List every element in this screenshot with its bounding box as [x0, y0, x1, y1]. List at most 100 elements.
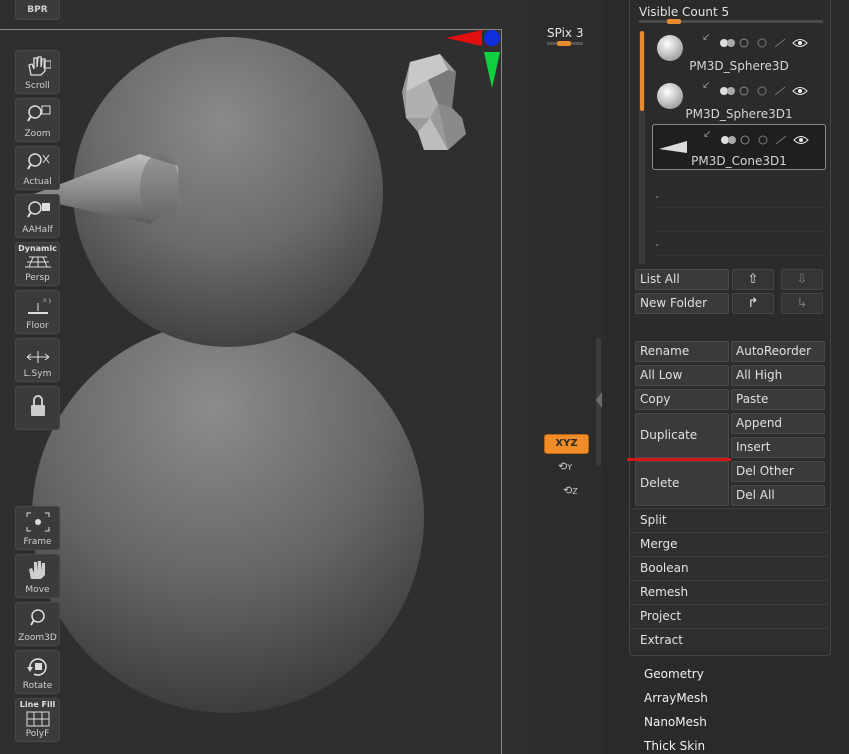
move-into-folder-button[interactable]: ↱ — [732, 293, 774, 314]
nanomesh-menu[interactable]: NanoMesh — [644, 715, 707, 729]
subtool-item[interactable]: ↙ PM3D_Sphere3D1 — [652, 76, 826, 122]
bpr-label: BPR — [27, 5, 48, 15]
thick-skin-menu[interactable]: Thick Skin — [644, 739, 705, 753]
sphere-body[interactable] — [32, 321, 424, 713]
brush-toggle-icon[interactable] — [775, 130, 787, 145]
move-down-button[interactable]: ⇩ — [781, 269, 823, 290]
empty-subtool-slot — [652, 232, 826, 256]
all-high-button[interactable]: All High — [731, 365, 825, 386]
polypaint-toggle-icon[interactable] — [721, 130, 736, 144]
aahalf-label: AAHalf — [22, 225, 53, 235]
dynamic-toggle-icon[interactable] — [739, 130, 751, 145]
move-out-folder-button[interactable]: ↳ — [781, 293, 823, 314]
copy-button[interactable]: Copy — [635, 389, 729, 410]
subtool-controls: ↙ — [702, 79, 808, 96]
append-button[interactable]: Append — [731, 413, 825, 434]
line-fill-label: Line Fill — [19, 700, 56, 709]
collapse-arrow-icon[interactable] — [596, 392, 602, 408]
rotate-y-label: Y — [567, 463, 573, 472]
arrow-up-icon: ⇧ — [747, 272, 759, 287]
polyf-label: PolyF — [25, 729, 50, 739]
brush-toggle-icon[interactable] — [774, 81, 786, 96]
extract-section[interactable]: Extract — [631, 628, 829, 652]
list-all-button[interactable]: List All — [635, 269, 729, 290]
spix-label[interactable]: SPix 3 — [547, 26, 583, 40]
merge-section[interactable]: Merge — [631, 532, 829, 556]
dynamic-toggle-icon[interactable] — [738, 81, 750, 96]
auto-reorder-button[interactable]: AutoReorder — [731, 341, 825, 362]
scroll-button[interactable]: Scroll — [15, 50, 60, 94]
navigation-head-icon[interactable] — [402, 54, 466, 150]
fold-arrow-icon[interactable]: ↙ — [703, 130, 715, 140]
all-low-button[interactable]: All Low — [635, 365, 729, 386]
solo-toggle-icon[interactable] — [756, 33, 768, 48]
subtool-name: PM3D_Cone3D1 — [691, 154, 787, 168]
split-section[interactable]: Split — [631, 508, 829, 532]
subtool-name: PM3D_Sphere3D1 — [685, 107, 793, 121]
polypaint-toggle-icon[interactable] — [720, 33, 735, 47]
eye-visibility-icon[interactable] — [792, 81, 808, 95]
empty-subtool-slot — [652, 184, 826, 208]
duplicate-button[interactable]: Duplicate — [635, 413, 729, 458]
eye-visibility-icon[interactable] — [792, 33, 808, 47]
subtool-list-scroll-thumb[interactable] — [640, 31, 644, 111]
boolean-section[interactable]: Boolean — [631, 556, 829, 580]
actual-button[interactable]: Actual — [15, 146, 60, 190]
visible-count-track[interactable] — [639, 19, 823, 24]
dynamic-toggle-icon[interactable] — [738, 33, 750, 48]
zoom3d-button[interactable]: Zoom3D — [15, 602, 60, 646]
viewport[interactable] — [0, 0, 528, 754]
rotate-button[interactable]: Rotate — [15, 650, 60, 694]
lsym-button[interactable]: L.Sym — [15, 338, 60, 382]
del-all-button[interactable]: Del All — [731, 485, 825, 506]
insert-button[interactable]: Insert — [731, 437, 825, 458]
subtool-list-scrollbar[interactable] — [639, 31, 645, 264]
frame-button[interactable]: Frame — [15, 506, 60, 550]
floor-button[interactable]: x y z Floor — [15, 290, 60, 334]
brush-toggle-icon[interactable] — [774, 33, 786, 48]
local-symmetry-icon — [26, 351, 50, 363]
spix-slider[interactable] — [547, 41, 583, 46]
fold-arrow-icon[interactable]: ↙ — [702, 33, 714, 43]
move-button[interactable]: Move — [15, 554, 60, 598]
visible-count-handle[interactable] — [667, 19, 681, 24]
subtool-item[interactable]: ↙ PM3D_Cone3D1 — [652, 124, 826, 170]
polypaint-toggle-icon[interactable] — [720, 81, 735, 95]
visible-count-slider[interactable]: Visible Count 5 — [639, 5, 729, 19]
paste-button[interactable]: Paste — [731, 389, 825, 410]
persp-label: Persp — [25, 273, 50, 283]
subtool-name: PM3D_Sphere3D — [689, 59, 789, 73]
aahalf-button[interactable]: AAHalf — [15, 194, 60, 238]
actual-label: Actual — [23, 177, 52, 187]
persp-button[interactable]: Dynamic Persp — [15, 242, 60, 286]
delete-button[interactable]: Delete — [635, 461, 729, 506]
xyz-symmetry-button[interactable]: XYZ — [544, 434, 589, 454]
arraymesh-menu[interactable]: ArrayMesh — [644, 691, 708, 705]
geometry-menu[interactable]: Geometry — [644, 667, 704, 681]
project-section[interactable]: Project — [631, 604, 829, 628]
polyf-button[interactable]: Line Fill PolyF — [15, 698, 60, 742]
solo-toggle-icon[interactable] — [756, 81, 768, 96]
zoom-button[interactable]: Zoom — [15, 98, 60, 142]
eye-visibility-icon[interactable] — [793, 130, 809, 144]
move-up-button[interactable]: ⇧ — [732, 269, 774, 290]
spix-slider-handle[interactable] — [557, 41, 571, 46]
transp-lock-button[interactable] — [15, 386, 60, 430]
visible-count-label: Visible Count — [639, 5, 718, 19]
del-other-button[interactable]: Del Other — [731, 461, 825, 482]
fold-arrow-icon[interactable]: ↙ — [702, 81, 714, 91]
subtool-controls: ↙ — [703, 128, 809, 145]
rotate-z-icon[interactable]: ⟲Z — [563, 484, 578, 497]
document-canvas[interactable] — [0, 0, 528, 754]
solo-toggle-icon[interactable] — [757, 130, 769, 145]
zoom-label: Zoom — [24, 129, 51, 139]
arrow-down-icon: ⇩ — [796, 272, 808, 287]
new-folder-button[interactable]: New Folder — [635, 293, 729, 314]
remesh-section[interactable]: Remesh — [631, 580, 829, 604]
move-label: Move — [25, 585, 50, 595]
rotate-y-icon[interactable]: ⟲Y — [558, 460, 572, 473]
bpr-button[interactable]: BPR — [15, 0, 60, 20]
rename-button[interactable]: Rename — [635, 341, 729, 362]
subtool-item[interactable]: ↙ PM3D_Sphere3D — [652, 28, 826, 74]
visible-count-value: 5 — [721, 5, 730, 19]
